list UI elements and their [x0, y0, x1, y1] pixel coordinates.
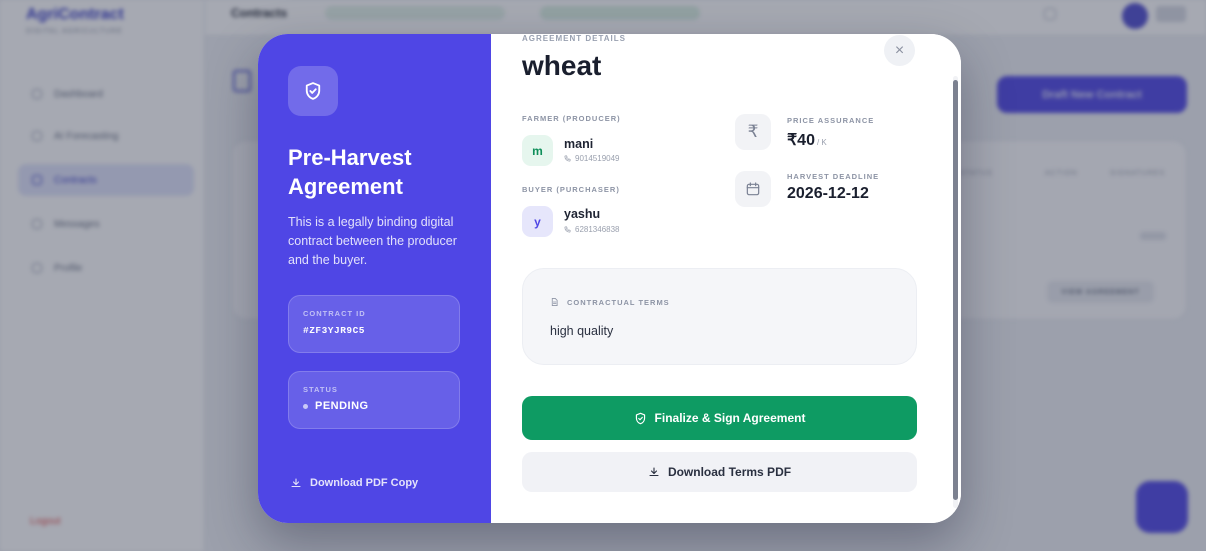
deadline-label: HARVEST DEADLINE: [787, 172, 880, 181]
status-label: STATUS: [303, 385, 338, 394]
modal-title: Pre-Harvest Agreement: [288, 145, 412, 199]
agreement-modal: Pre-Harvest Agreement This is a legally …: [258, 34, 961, 523]
crop-name: wheat: [522, 50, 602, 81]
contract-id-card: CONTRACT ID #ZF3YJR9C5: [288, 295, 460, 353]
price-value: ₹40/ K: [787, 132, 827, 149]
farmer-avatar: m: [522, 135, 553, 166]
contract-id-value: #ZF3YJR9C5: [303, 325, 366, 336]
document-icon: [551, 298, 558, 306]
farmer-phone: 9014519049: [564, 154, 620, 163]
buyer-label: BUYER (PURCHASER): [522, 185, 620, 194]
shield-check-icon: [288, 66, 338, 116]
shield-check-icon: [635, 412, 645, 424]
buyer-name: yashu: [564, 207, 601, 221]
status-dot-icon: [303, 403, 308, 409]
download-terms-pdf-button[interactable]: Download Terms PDF: [522, 452, 917, 492]
download-icon: [649, 467, 659, 477]
calendar-icon: [735, 171, 771, 207]
close-button[interactable]: ×: [884, 35, 915, 66]
terms-text: high quality: [550, 324, 614, 338]
rupee-icon: ₹: [735, 114, 771, 150]
terms-label: CONTRACTUAL TERMS: [550, 297, 670, 307]
download-icon: [291, 478, 301, 488]
farmer-label: FARMER (PRODUCER): [522, 114, 621, 123]
buyer-phone: 6281346838: [564, 225, 620, 234]
finalize-sign-button[interactable]: Finalize & Sign Agreement: [522, 396, 917, 440]
modal-description: This is a legally binding digital contra…: [288, 215, 457, 267]
status-badge: PENDING: [303, 400, 445, 412]
agreement-summary-panel: Pre-Harvest Agreement This is a legally …: [258, 34, 491, 523]
farmer-name: mani: [564, 137, 594, 151]
phone-icon: [564, 155, 571, 162]
phone-icon: [564, 226, 571, 233]
status-card: STATUS PENDING: [288, 371, 460, 429]
price-label: PRICE ASSURANCE: [787, 116, 875, 125]
section-tag: AGREEMENT DETAILS: [522, 34, 626, 43]
contract-id-label: CONTRACT ID: [303, 309, 366, 318]
download-pdf-copy-link[interactable]: Download PDF Copy: [290, 477, 418, 489]
scrollbar-thumb[interactable]: [953, 80, 958, 500]
contractual-terms-box: CONTRACTUAL TERMS high quality: [522, 268, 917, 365]
deadline-value: 2026-12-12: [787, 185, 869, 202]
close-icon: ×: [894, 41, 905, 59]
buyer-avatar: y: [522, 206, 553, 237]
agreement-details-panel: × AGREEMENT DETAILS wheat FARMER (PRODUC…: [491, 34, 961, 523]
